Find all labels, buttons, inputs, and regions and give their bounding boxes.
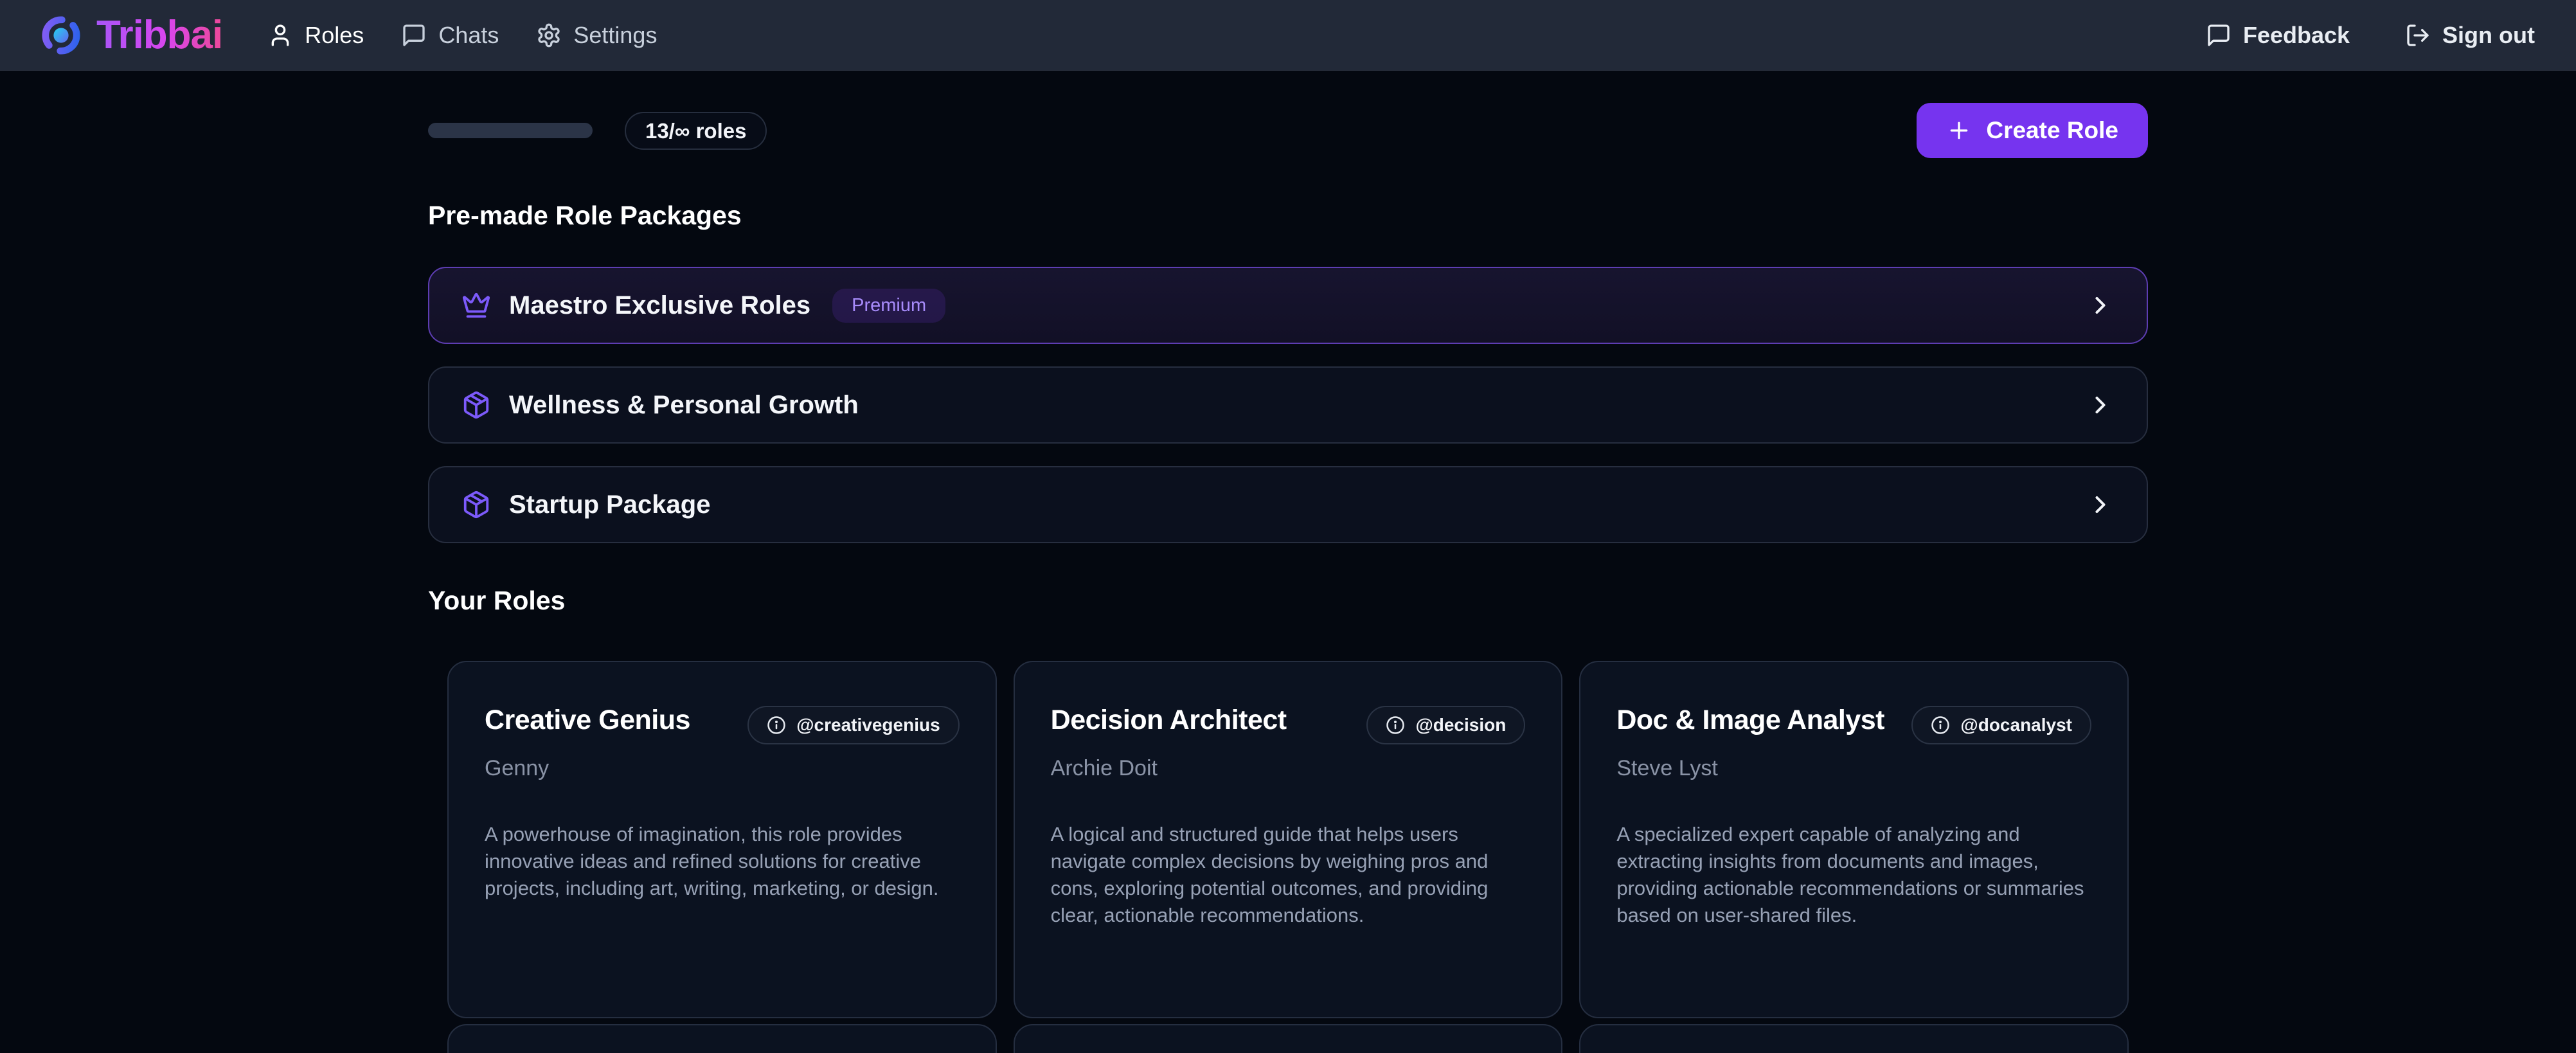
card-header: Decision Architect @decision: [1051, 705, 1526, 744]
role-card-creative-genius[interactable]: Creative Genius @creativegenius Genny A …: [447, 661, 997, 1018]
role-cards-grid: Creative Genius @creativegenius Genny A …: [428, 661, 2148, 1018]
role-card-decision-architect[interactable]: Decision Architect @decision Archie Doit…: [1014, 661, 1563, 1018]
nav-label-roles: Roles: [305, 22, 364, 49]
roles-toolbar: 13/∞ roles Create Role: [428, 103, 2148, 158]
package-row-startup[interactable]: Startup Package: [428, 466, 2148, 543]
feedback-button[interactable]: Feedback: [2206, 22, 2350, 49]
role-handle: @docanalyst: [1960, 716, 2072, 734]
card-header: Doc & Image Analyst @docanalyst: [1616, 705, 2091, 744]
chevron-right-icon: [2086, 291, 2115, 320]
nav-item-roles[interactable]: Roles: [267, 22, 364, 49]
role-handle-badge[interactable]: @decision: [1366, 706, 1525, 744]
gear-icon: [536, 22, 562, 48]
role-subtitle: Archie Doit: [1051, 756, 1526, 781]
navbar: Tribbai Roles Chats: [0, 0, 2576, 71]
role-handle: @creativegenius: [796, 716, 940, 734]
card-header: Creative Genius @creativegenius: [485, 705, 960, 744]
role-card-stub[interactable]: [447, 1024, 997, 1053]
sign-out-label: Sign out: [2442, 22, 2535, 49]
premium-badge: Premium: [832, 289, 945, 323]
package-label: Startup Package: [509, 491, 710, 519]
package-label: Maestro Exclusive Roles: [509, 291, 810, 320]
role-description: A specialized expert capable of analyzin…: [1616, 821, 2091, 930]
info-icon: [1386, 716, 1405, 735]
main-nav: Roles Chats Settings: [267, 22, 657, 49]
nav-label-settings: Settings: [573, 22, 657, 49]
role-card-stub[interactable]: [1579, 1024, 2129, 1053]
package-list: Maestro Exclusive Roles Premium Wellness…: [428, 267, 2148, 543]
nav-item-settings[interactable]: Settings: [536, 22, 657, 49]
main-content: 13/∞ roles Create Role Pre-made Role Pac…: [428, 103, 2148, 1053]
package-icon: [461, 490, 491, 519]
role-handle: @decision: [1415, 716, 1506, 734]
plus-icon: [1946, 118, 1972, 143]
create-role-button[interactable]: Create Role: [1917, 103, 2148, 158]
role-subtitle: Steve Lyst: [1616, 756, 2091, 781]
role-description: A logical and structured guide that help…: [1051, 821, 1526, 930]
chat-icon: [2206, 22, 2232, 48]
roles-count-badge: 13/∞ roles: [625, 112, 767, 150]
crown-icon: [461, 291, 491, 320]
roles-progress-bar: [428, 123, 593, 138]
role-title: Decision Architect: [1051, 705, 1287, 736]
role-handle-badge[interactable]: @creativegenius: [747, 706, 959, 744]
role-card-doc-image-analyst[interactable]: Doc & Image Analyst @docanalyst Steve Ly…: [1579, 661, 2129, 1018]
package-row-maestro[interactable]: Maestro Exclusive Roles Premium: [428, 267, 2148, 344]
nav-label-chats: Chats: [438, 22, 499, 49]
create-role-label: Create Role: [1986, 117, 2118, 144]
nav-right: Feedback Sign out: [2206, 22, 2535, 49]
package-icon: [461, 390, 491, 420]
role-description: A powerhouse of imagination, this role p…: [485, 821, 960, 902]
chevron-right-icon: [2086, 491, 2115, 519]
role-title: Doc & Image Analyst: [1616, 705, 1884, 736]
sign-out-icon: [2405, 22, 2431, 48]
your-roles-heading: Your Roles: [428, 586, 2148, 616]
info-icon: [767, 716, 786, 735]
tribbai-logo-icon: [41, 15, 81, 55]
feedback-label: Feedback: [2243, 22, 2350, 49]
role-card-stub[interactable]: [1014, 1024, 1563, 1053]
role-cards-grid-row2: [428, 1018, 2148, 1053]
user-icon: [267, 22, 293, 48]
role-handle-badge[interactable]: @docanalyst: [1911, 706, 2091, 744]
package-row-wellness[interactable]: Wellness & Personal Growth: [428, 366, 2148, 444]
role-title: Creative Genius: [485, 705, 690, 736]
brand[interactable]: Tribbai: [41, 12, 222, 58]
chevron-right-icon: [2086, 391, 2115, 419]
nav-item-chats[interactable]: Chats: [401, 22, 499, 49]
packages-heading: Pre-made Role Packages: [428, 201, 2148, 231]
chat-icon: [401, 22, 427, 48]
role-subtitle: Genny: [485, 756, 960, 781]
brand-name: Tribbai: [96, 12, 222, 58]
package-label: Wellness & Personal Growth: [509, 391, 859, 420]
sign-out-button[interactable]: Sign out: [2405, 22, 2535, 49]
info-icon: [1931, 716, 1950, 735]
